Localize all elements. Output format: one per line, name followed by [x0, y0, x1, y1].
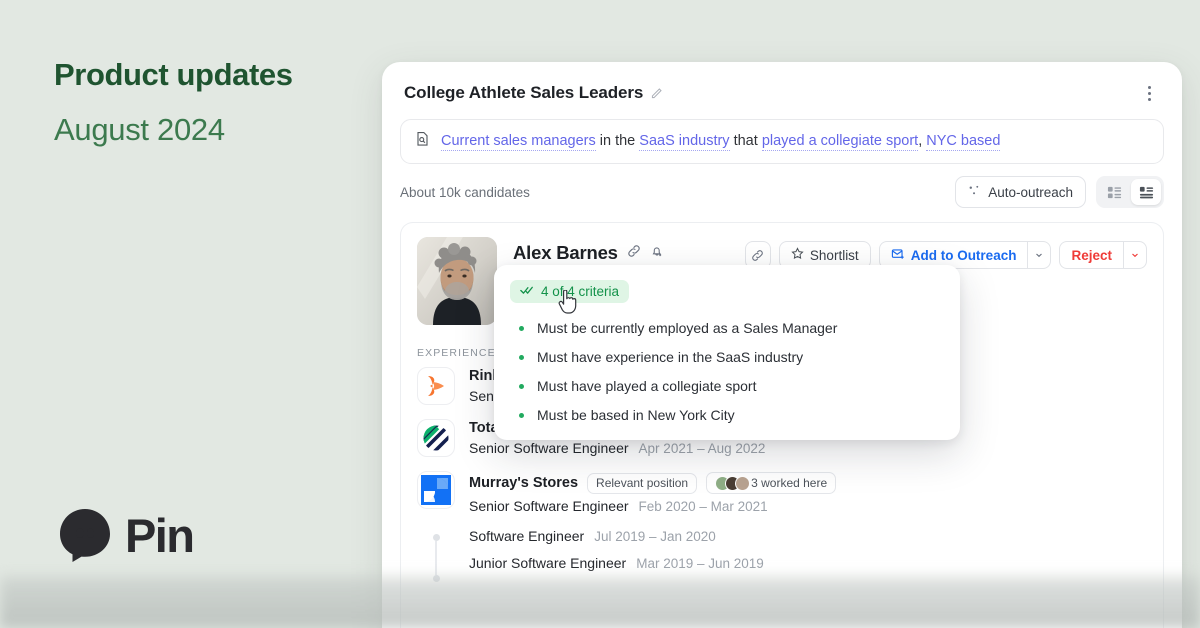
brand-lockup: Pin — [55, 505, 195, 565]
murrays-stores-logo-icon — [417, 471, 455, 509]
query-link-role[interactable]: Current sales managers — [441, 133, 596, 152]
sparkle-icon — [968, 184, 981, 200]
status-badge[interactable]: 4 of 4 criteria — [510, 280, 630, 303]
pencil-icon[interactable] — [650, 87, 663, 100]
sub-role-title: Software Engineer — [469, 528, 585, 544]
timeline-dot — [432, 534, 440, 541]
relevant-position-badge: Relevant position — [587, 472, 698, 494]
reject-chevron-down-icon[interactable] — [1123, 241, 1147, 269]
auto-outreach-label: Auto-outreach — [988, 184, 1073, 200]
candidate-name: Alex Barnes — [513, 242, 618, 263]
list-item: Software Engineer Jul 2019 – Jan 2020 — [469, 528, 1147, 544]
relevant-position-label: Relevant position — [596, 476, 689, 490]
experience-company: Murray's Stores — [469, 475, 579, 491]
reject-label: Reject — [1071, 247, 1112, 263]
bullet-icon — [519, 383, 524, 389]
bullet-icon — [519, 354, 524, 360]
bottom-fade-overlay — [0, 570, 1200, 628]
worked-here-badge[interactable]: 3 worked here — [706, 472, 837, 494]
search-query-text: Current sales managers in the SaaS indus… — [441, 132, 1001, 152]
shortlist-label: Shortlist — [809, 247, 859, 263]
sub-role-dates: Mar 2019 – Jun 2019 — [636, 556, 764, 571]
query-static-2: that — [729, 133, 762, 150]
experience-body: Murray's Stores Relevant position 3 work… — [469, 471, 1147, 514]
bullet-icon — [519, 325, 524, 331]
query-static-1: in the — [595, 133, 640, 150]
promo-subtitle: August 2024 — [54, 112, 225, 148]
pin-speech-bubble-logo-icon — [55, 505, 115, 565]
experience-role: Senior Software Engineer — [469, 498, 629, 514]
envelope-plus-icon — [891, 247, 905, 264]
list-item: Murray's Stores Relevant position 3 work… — [417, 471, 1147, 514]
query-link-industry[interactable]: SaaS industry — [639, 133, 730, 152]
meta-actions: Auto-outreach — [955, 176, 1164, 208]
criterion-text: Must be currently employed as a Sales Ma… — [537, 320, 838, 336]
list-item: Must have experience in the SaaS industr… — [510, 349, 944, 365]
app-header: College Athlete Sales Leaders — [382, 62, 1182, 104]
criteria-count-label: 4 of 4 criteria — [541, 284, 620, 299]
sub-role-dates: Jul 2019 – Jan 2020 — [594, 529, 716, 544]
candidate-name-row: Alex Barnes — [513, 242, 745, 264]
candidate-count: About 10k candidates — [400, 184, 530, 200]
list-item: Must be based in New York City — [510, 407, 944, 423]
criteria-tooltip: 4 of 4 criteria Must be currently employ… — [494, 265, 960, 440]
link-icon[interactable] — [627, 244, 641, 263]
search-query-bar[interactable]: Current sales managers in the SaaS indus… — [400, 119, 1164, 164]
criteria-list: Must be currently employed as a Sales Ma… — [510, 320, 944, 423]
promo-title: Product updates — [54, 57, 293, 92]
experience-dates: Apr 2021 – Aug 2022 — [638, 441, 766, 456]
list-item: Must be currently employed as a Sales Ma… — [510, 320, 944, 336]
reject-button[interactable]: Reject — [1059, 241, 1123, 269]
criterion-text: Must have experience in the SaaS industr… — [537, 349, 804, 365]
page-title: College Athlete Sales Leaders — [404, 83, 644, 102]
auto-outreach-button[interactable]: Auto-outreach — [955, 176, 1086, 208]
worked-here-label: 3 worked here — [751, 476, 828, 490]
rinkel-logo-icon — [417, 367, 455, 405]
experience-company-row: Murray's Stores Relevant position 3 work… — [469, 472, 1147, 494]
total-logo-icon — [417, 419, 455, 457]
experience-dates: Feb 2020 – Mar 2021 — [638, 499, 768, 514]
experience-role-row: Senior Software Engineer Feb 2020 – Mar … — [469, 498, 1147, 514]
list-item: Junior Software Engineer Mar 2019 – Jun … — [469, 555, 1147, 571]
list-item: Must have played a collegiate sport — [510, 378, 944, 394]
kebab-menu-icon[interactable] — [1138, 82, 1160, 104]
experience-role: Senior Software Engineer — [469, 440, 629, 456]
sub-role-title: Junior Software Engineer — [469, 555, 627, 571]
avatar — [735, 475, 751, 491]
view-toggle-group — [1096, 176, 1164, 208]
promo-graphic: Product updates August 2024 Pin College … — [0, 0, 1200, 628]
coworker-avatars — [715, 475, 751, 491]
star-icon — [791, 247, 804, 263]
double-check-icon — [520, 284, 534, 299]
list-view-icon[interactable] — [1131, 179, 1161, 205]
promo-text-block: Product updates August 2024 — [54, 57, 374, 148]
bullet-icon — [519, 412, 524, 418]
document-search-icon — [415, 131, 430, 152]
criterion-text: Must have played a collegiate sport — [537, 378, 757, 394]
results-meta-row: About 10k candidates Auto-outreach — [382, 164, 1182, 208]
reject-split-button: Reject — [1059, 241, 1147, 269]
query-link-location[interactable]: NYC based — [926, 133, 1001, 152]
experience-role-row: Senior Software Engineer Apr 2021 – Aug … — [469, 440, 1147, 456]
bell-plus-icon[interactable] — [650, 244, 664, 263]
criterion-text: Must be based in New York City — [537, 407, 735, 423]
brand-name: Pin — [125, 508, 195, 562]
avatar — [417, 237, 497, 325]
outreach-chevron-down-icon[interactable] — [1027, 241, 1052, 269]
add-to-outreach-label: Add to Outreach — [910, 247, 1017, 263]
grid-view-icon[interactable] — [1099, 179, 1129, 205]
query-link-sport[interactable]: played a collegiate sport — [761, 133, 919, 152]
